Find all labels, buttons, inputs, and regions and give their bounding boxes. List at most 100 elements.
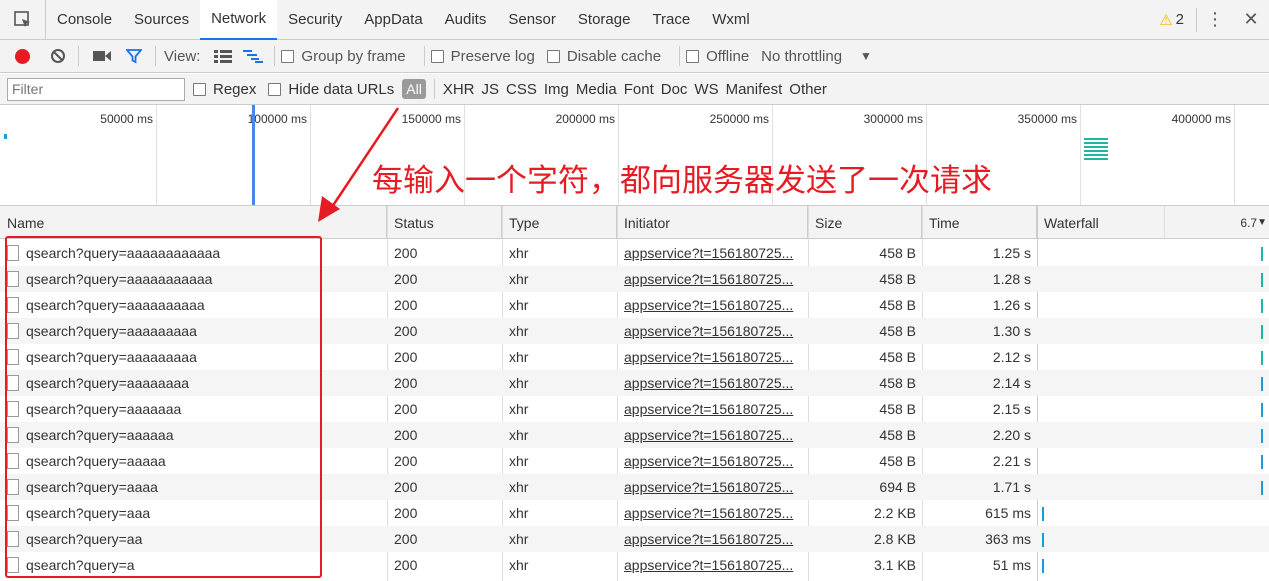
column-header-size[interactable]: Size xyxy=(808,206,922,239)
initiator-cell[interactable]: appservice?t=156180725... xyxy=(617,370,803,396)
initiator-cell[interactable]: appservice?t=156180725... xyxy=(617,422,803,448)
initiator-link[interactable]: appservice?t=156180725... xyxy=(624,245,793,261)
request-name-cell[interactable]: qsearch?query=aaaaaaaaaa xyxy=(0,292,387,318)
request-name-cell[interactable]: qsearch?query=aaaaaaaaa xyxy=(0,318,387,344)
filter-toggle-button[interactable] xyxy=(119,40,149,73)
type-filter-other[interactable]: Other xyxy=(789,81,827,98)
column-header-name[interactable]: Name xyxy=(0,206,387,239)
table-row[interactable]: qsearch?query=aa 200 xhr appservice?t=15618… xyxy=(0,526,1269,552)
request-name-cell[interactable]: qsearch?query=aaaaaaaaaaa xyxy=(0,266,387,292)
capture-screenshots-button[interactable] xyxy=(85,40,119,73)
request-name-cell[interactable]: qsearch?query=aaaaaaa xyxy=(0,396,387,422)
table-row[interactable]: qsearch?query=aaaaaaaa 200 xhr appservice?t… xyxy=(0,370,1269,396)
waterfall-scale: 6.7 ▼ xyxy=(1240,215,1267,230)
preserve-log-checkbox[interactable]: Preserve log xyxy=(430,48,535,65)
overview-tick-label: 350000 ms xyxy=(1017,112,1077,126)
column-header-initiator[interactable]: Initiator xyxy=(617,206,808,239)
offline-checkbox[interactable]: Offline xyxy=(686,48,749,65)
type-filter-manifest[interactable]: Manifest xyxy=(726,81,783,98)
close-devtools-button[interactable]: ✕ xyxy=(1233,9,1269,30)
request-name-cell[interactable]: qsearch?query=aaaaaaaaaaaa xyxy=(0,240,387,266)
type-filter-media[interactable]: Media xyxy=(576,81,617,98)
initiator-link[interactable]: appservice?t=156180725... xyxy=(624,323,793,339)
tab-trace[interactable]: Trace xyxy=(641,0,701,40)
column-header-time[interactable]: Time xyxy=(922,206,1037,239)
initiator-link[interactable]: appservice?t=156180725... xyxy=(624,297,793,313)
request-name-cell[interactable]: qsearch?query=aaaaaaaa xyxy=(0,370,387,396)
initiator-cell[interactable]: appservice?t=156180725... xyxy=(617,240,803,266)
tab-sources[interactable]: Sources xyxy=(123,0,200,40)
table-row[interactable]: qsearch?query=aaaa 200 xhr appservice?t=156… xyxy=(0,474,1269,500)
tab-network[interactable]: Network xyxy=(200,0,278,40)
group-by-frame-checkbox[interactable]: Group by frame xyxy=(281,48,406,65)
tab-wxml[interactable]: Wxml xyxy=(701,0,761,40)
hide-data-urls-checkbox[interactable]: Hide data URLs xyxy=(268,81,394,98)
inspect-element-button[interactable] xyxy=(0,0,46,40)
table-row[interactable]: qsearch?query=aaaaaaaaaaaa 200 xhr appservi… xyxy=(0,240,1269,266)
request-name-cell[interactable]: qsearch?query=aaa xyxy=(0,500,387,526)
regex-checkbox[interactable]: Regex xyxy=(193,81,256,98)
initiator-cell[interactable]: appservice?t=156180725... xyxy=(617,448,803,474)
tab-audits[interactable]: Audits xyxy=(434,0,498,40)
request-name-cell[interactable]: qsearch?query=aaaa xyxy=(0,474,387,500)
initiator-link[interactable]: appservice?t=156180725... xyxy=(624,453,793,469)
type-filter-ws[interactable]: WS xyxy=(694,81,718,98)
initiator-cell[interactable]: appservice?t=156180725... xyxy=(617,552,803,578)
show-overview-button[interactable] xyxy=(238,40,268,73)
column-header-type[interactable]: Type xyxy=(502,206,617,239)
initiator-cell[interactable]: appservice?t=156180725... xyxy=(617,344,803,370)
initiator-link[interactable]: appservice?t=156180725... xyxy=(624,401,793,417)
initiator-link[interactable]: appservice?t=156180725... xyxy=(624,531,793,547)
warnings-counter[interactable]: ⚠ 2 xyxy=(1147,7,1197,32)
column-header-status[interactable]: Status xyxy=(387,206,502,239)
tab-console[interactable]: Console xyxy=(46,0,123,40)
table-row[interactable]: qsearch?query=aaaaaaaaa 200 xhr appservice?… xyxy=(0,318,1269,344)
type-filter-doc[interactable]: Doc xyxy=(661,81,688,98)
initiator-cell[interactable]: appservice?t=156180725... xyxy=(617,266,803,292)
tab-sensor[interactable]: Sensor xyxy=(497,0,567,40)
tab-storage[interactable]: Storage xyxy=(567,0,642,40)
initiator-cell[interactable]: appservice?t=156180725... xyxy=(617,526,803,552)
initiator-link[interactable]: appservice?t=156180725... xyxy=(624,427,793,443)
type-filter-img[interactable]: Img xyxy=(544,81,569,98)
disable-cache-checkbox[interactable]: Disable cache xyxy=(546,48,661,65)
initiator-link[interactable]: appservice?t=156180725... xyxy=(624,271,793,287)
initiator-cell[interactable]: appservice?t=156180725... xyxy=(617,396,803,422)
type-filter-xhr[interactable]: XHR xyxy=(443,81,475,98)
type-filter-all[interactable]: All xyxy=(402,79,426,99)
initiator-cell[interactable]: appservice?t=156180725... xyxy=(617,318,803,344)
request-name-cell[interactable]: qsearch?query=aaaaaaaaa xyxy=(0,344,387,370)
initiator-link[interactable]: appservice?t=156180725... xyxy=(624,505,793,521)
request-name-cell[interactable]: qsearch?query=aaaaa xyxy=(0,448,387,474)
table-row[interactable]: qsearch?query=aaa 200 xhr appservice?t=1561… xyxy=(0,500,1269,526)
initiator-link[interactable]: appservice?t=156180725... xyxy=(624,557,793,573)
initiator-cell[interactable]: appservice?t=156180725... xyxy=(617,500,803,526)
column-header-waterfall[interactable]: Waterfall xyxy=(1037,206,1165,239)
tab-security[interactable]: Security xyxy=(277,0,353,40)
initiator-link[interactable]: appservice?t=156180725... xyxy=(624,479,793,495)
initiator-cell[interactable]: appservice?t=156180725... xyxy=(617,474,803,500)
table-row[interactable]: qsearch?query=aaaaaaaaaaa 200 xhr appservic… xyxy=(0,266,1269,292)
type-filter-js[interactable]: JS xyxy=(481,81,499,98)
initiator-link[interactable]: appservice?t=156180725... xyxy=(624,375,793,391)
table-row[interactable]: qsearch?query=aaaaaa 200 xhr appservice?t=1… xyxy=(0,422,1269,448)
table-row[interactable]: qsearch?query=aaaaaaaaaa 200 xhr appservice… xyxy=(0,292,1269,318)
type-filter-css[interactable]: CSS xyxy=(506,81,537,98)
large-rows-button[interactable] xyxy=(208,40,238,73)
request-name-cell[interactable]: qsearch?query=aa xyxy=(0,526,387,552)
request-name-cell[interactable]: qsearch?query=a xyxy=(0,552,387,578)
initiator-link[interactable]: appservice?t=156180725... xyxy=(624,349,793,365)
table-row[interactable]: qsearch?query=a 200 xhr appservice?t=156180… xyxy=(0,552,1269,578)
table-row[interactable]: qsearch?query=aaaaa 200 xhr appservice?t=15… xyxy=(0,448,1269,474)
initiator-cell[interactable]: appservice?t=156180725... xyxy=(617,292,803,318)
request-name-cell[interactable]: qsearch?query=aaaaaa xyxy=(0,422,387,448)
throttling-select[interactable]: No throttling ▼ xyxy=(761,48,872,65)
table-row[interactable]: qsearch?query=aaaaaaaaa 200 xhr appservice?… xyxy=(0,344,1269,370)
tab-appdata[interactable]: AppData xyxy=(353,0,433,40)
filter-input[interactable] xyxy=(7,77,185,101)
table-row[interactable]: qsearch?query=aaaaaaa 200 xhr appservice?t=… xyxy=(0,396,1269,422)
more-options-button[interactable]: ⋮ xyxy=(1197,9,1233,30)
type-filter-font[interactable]: Font xyxy=(624,81,654,98)
clear-button[interactable] xyxy=(44,40,72,73)
record-button[interactable] xyxy=(0,40,44,73)
